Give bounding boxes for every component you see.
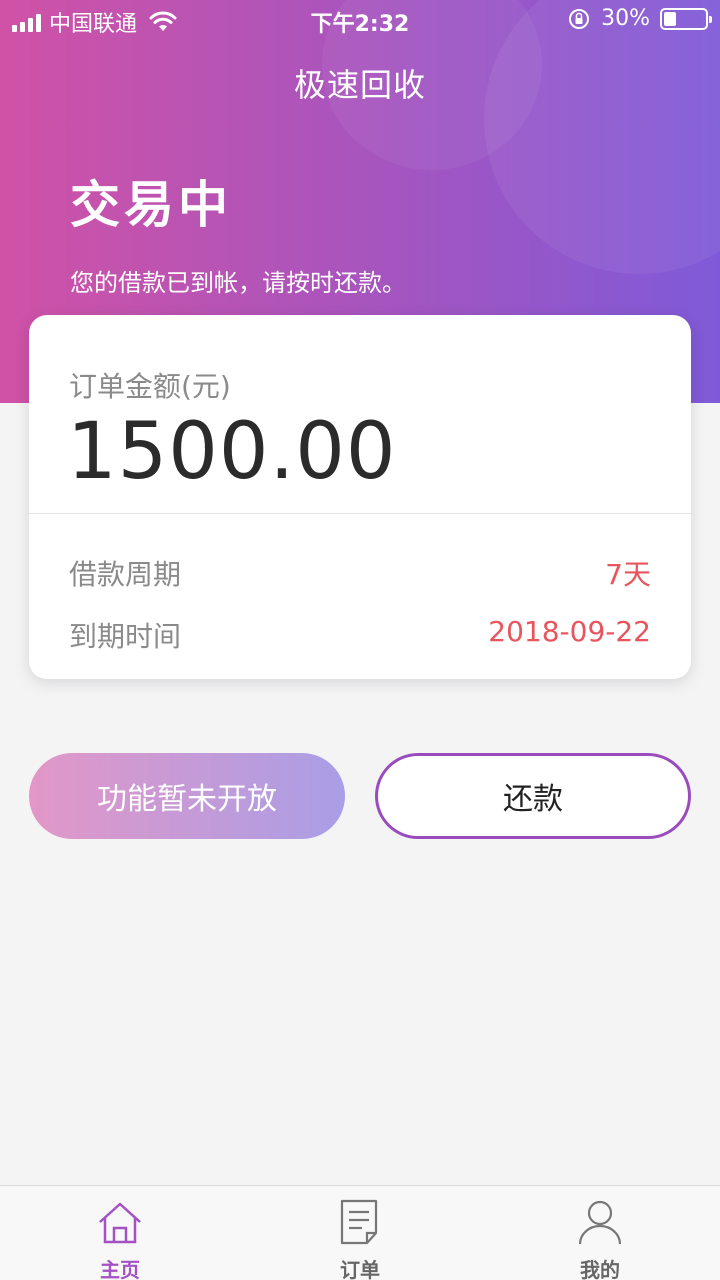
amount-label: 订单金额(元) xyxy=(69,370,231,403)
amount-value: 1500.00 xyxy=(67,407,397,497)
due-date-value: 2018-09-22 xyxy=(488,615,651,648)
home-icon xyxy=(99,1202,141,1244)
screen: 中国联通 下午2:32 30% 极速回收 交易中 您的借款已到帐，请按时还款。 … xyxy=(0,0,720,1280)
user-icon xyxy=(578,1200,622,1245)
page-title: 极速回收 xyxy=(293,66,426,104)
status-message: 您的借款已到帐，请按时还款。 xyxy=(70,269,406,297)
rotation-lock-icon xyxy=(569,8,590,29)
loan-period-label: 借款周期 xyxy=(69,558,182,591)
order-card: 订单金额(元) 1500.00 借款周期 7天 到期时间 2018-09-22 xyxy=(29,315,691,679)
loan-period-row: 借款周期 7天 xyxy=(69,553,651,593)
tab-home-label: 主页 xyxy=(100,1258,140,1280)
due-date-row: 到期时间 2018-09-22 xyxy=(69,615,651,655)
status-bar: 中国联通 下午2:32 30% xyxy=(0,0,720,40)
loan-period-value: 7天 xyxy=(605,558,651,591)
tab-home[interactable]: 主页 xyxy=(0,1186,240,1280)
feature-unavailable-button[interactable]: 功能暂未开放 xyxy=(29,753,345,839)
tab-orders-label: 订单 xyxy=(340,1258,380,1280)
battery-percentage: 30% xyxy=(601,6,650,31)
document-icon xyxy=(340,1199,378,1245)
repay-button[interactable]: 还款 xyxy=(375,753,691,839)
tab-mine-label: 我的 xyxy=(580,1258,620,1280)
tab-bar: 主页 订单 我的 xyxy=(0,1185,720,1280)
due-date-label: 到期时间 xyxy=(69,620,182,653)
decorative-circle xyxy=(484,0,720,274)
transaction-status: 交易中 xyxy=(70,176,232,234)
battery-fill xyxy=(664,11,676,26)
battery-icon xyxy=(660,7,712,30)
tab-orders[interactable]: 订单 xyxy=(240,1186,480,1280)
tab-mine[interactable]: 我的 xyxy=(480,1186,720,1280)
divider xyxy=(29,513,691,514)
